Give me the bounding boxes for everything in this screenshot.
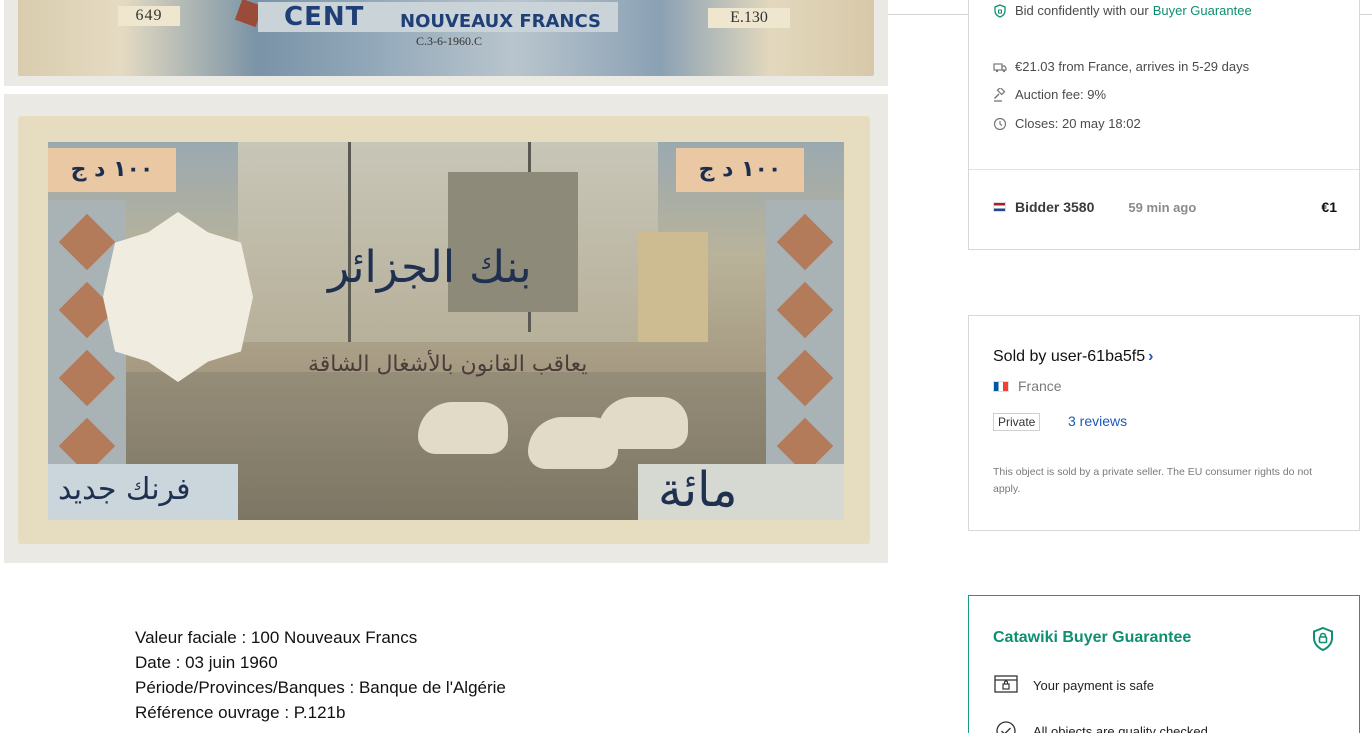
seller-country-name: France [1018, 378, 1062, 394]
arabic-hundred: مائة [658, 462, 738, 518]
value-box-right: ١٠٠ د ج [676, 148, 804, 192]
payment-icon [993, 674, 1019, 696]
auction-fee-text: Auction fee: 9% [1015, 87, 1107, 102]
banknote-denomination-title: CENT [284, 2, 365, 32]
flag-fr-icon [993, 380, 1009, 392]
ornament-tile [58, 213, 116, 271]
gavel-icon [993, 87, 1007, 102]
ornament-tile [776, 281, 834, 339]
bid-amount: €1 [1321, 199, 1337, 215]
bid-time: 59 min ago [1128, 199, 1197, 215]
scene-sheep [418, 402, 508, 454]
arabic-bank-name: بنك الجزائر [328, 242, 532, 293]
scene-lighthouse [638, 232, 708, 342]
ornament-tile [776, 349, 834, 407]
closing-text: Closes: 20 may 18:02 [1015, 116, 1141, 131]
arabic-warning: يعاقب القانون بالأشغال الشاقة [308, 352, 588, 377]
shipping-info: €21.03 from France, arrives in 5-29 days [993, 59, 1249, 74]
buyer-guarantee-link[interactable]: Buyer Guarantee [1153, 3, 1252, 18]
banknote-back: ١٠٠ د ج ١٠٠ د ج بنك الجزائر يعاقب القانو… [18, 116, 870, 544]
guarantee-info: Bid confidently with our Buyer Guarantee [993, 3, 1252, 18]
ornament-tile [58, 349, 116, 407]
seller-reviews-link[interactable]: 3 reviews [1068, 413, 1127, 429]
arabic-new-franc: فرنك جديد [58, 472, 191, 507]
guarantee-item-quality: All objects are quality checked [993, 720, 1208, 733]
banknote-serial-left: 649 [118, 6, 180, 26]
banknote-scene: ١٠٠ د ج ١٠٠ د ج بنك الجزائر يعاقب القانو… [48, 142, 844, 520]
guarantee-item-text: Your payment is safe [1033, 677, 1154, 693]
bid-history-row: Bidder 3580 59 min ago €1 [993, 199, 1337, 215]
buyer-guarantee-title: Catawiki Buyer Guarantee [993, 629, 1192, 646]
banknote-back-image[interactable]: ١٠٠ د ج ١٠٠ د ج بنك الجزائر يعاقب القانو… [4, 94, 888, 563]
description-line: Date : 03 juin 1960 [135, 653, 278, 672]
scene-sheep [598, 397, 688, 449]
value-left-text: ١٠٠ د ج [70, 157, 154, 182]
buyer-guarantee-card: Catawiki Buyer Guarantee Your payment is… [968, 595, 1360, 733]
banknote-front: 649 CENT NOUVEAUX FRANCS C.3-6-1960.C E.… [18, 0, 874, 76]
banknote-denomination-unit: NOUVEAUX FRANCS [400, 11, 602, 32]
chevron-right-icon: › [1148, 348, 1154, 365]
shield-icon [1311, 626, 1335, 652]
clock-icon [993, 117, 1007, 131]
description-line: Période/Provinces/Banques : Banque de l'… [135, 678, 506, 697]
check-circle-icon [993, 720, 1019, 733]
seller-card: Sold by user-61ba5f5 › France Private 3 r… [968, 315, 1360, 531]
value-right-text: ١٠٠ د ج [698, 157, 782, 182]
lot-description: Valeur faciale : 100 Nouveaux Francs Dat… [135, 627, 506, 727]
description-line: Référence ouvrage : P.121b [135, 703, 346, 722]
guarantee-item-payment: Your payment is safe [993, 674, 1154, 696]
banknote-serial-right: E.130 [708, 8, 790, 28]
shipping-text: €21.03 from France, arrives in 5-29 days [1015, 59, 1250, 74]
banknote-front-image[interactable]: 649 CENT NOUVEAUX FRANCS C.3-6-1960.C E.… [4, 0, 888, 86]
flag-nl-icon [993, 202, 1006, 212]
bidder-name: Bidder 3580 [1015, 199, 1095, 215]
seller-country: France [993, 378, 1062, 394]
guarantee-text: Bid confidently with our [1015, 3, 1149, 18]
seller-type-badge: Private [993, 413, 1041, 431]
bid-card: Bid confidently with our Buyer Guarantee… [968, 0, 1360, 250]
seller-link[interactable]: Sold by user-61ba5f5 › [993, 348, 1153, 366]
value-box-left: ١٠٠ د ج [48, 148, 176, 192]
seller-name: Sold by user-61ba5f5 [993, 348, 1146, 365]
description-line: Valeur faciale : 100 Nouveaux Francs [135, 628, 418, 647]
auction-fee-info: Auction fee: 9% [993, 87, 1106, 102]
seller-consumer-note: This object is sold by a private seller.… [993, 466, 1313, 495]
banknote-print-date: C.3-6-1960.C [416, 34, 482, 48]
card-divider [969, 169, 1359, 170]
ornament-tile [776, 213, 834, 271]
truck-icon [993, 60, 1007, 74]
shield-icon [993, 3, 1007, 18]
guarantee-item-text: All objects are quality checked [1033, 723, 1208, 733]
closing-info: Closes: 20 may 18:02 [993, 116, 1141, 131]
